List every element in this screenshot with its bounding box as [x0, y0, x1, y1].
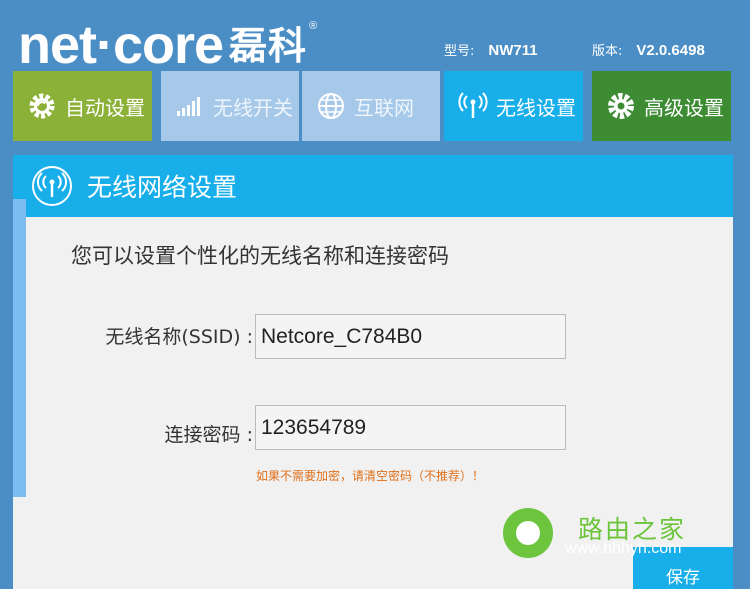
- nav-auto-setup-label: 自动设置: [65, 95, 145, 120]
- nav-advanced[interactable]: 高级设置: [592, 71, 731, 141]
- nav-wireless-switch[interactable]: 无线开关: [161, 71, 299, 141]
- watermark-url: www.hhhyh.com: [565, 540, 682, 557]
- panel-header: 无线网络设置: [13, 155, 733, 217]
- version-label: 版本:: [592, 44, 623, 59]
- nav-wireless-settings-label: 无线设置: [496, 95, 576, 120]
- model-value: NW711: [488, 42, 538, 59]
- nav-advanced-label: 高级设置: [644, 95, 724, 120]
- gear-refresh-icon: [27, 91, 57, 121]
- wireless-circle-icon: [31, 165, 73, 207]
- logo-cn: 磊科: [229, 24, 308, 68]
- panel-title: 无线网络设置: [87, 173, 238, 202]
- wireless-antenna-icon: [458, 91, 488, 121]
- password-label: 连接密码 :: [164, 424, 253, 446]
- password-input[interactable]: 123654789: [255, 405, 566, 450]
- model-label: 型号:: [444, 44, 475, 59]
- brand-logo: net·core 磊科 ®: [18, 0, 317, 76]
- nav-internet[interactable]: 互联网: [302, 71, 440, 141]
- globe-icon: [316, 91, 346, 121]
- nav-wireless-settings[interactable]: 无线设置: [444, 71, 583, 141]
- watermark-logo-icon: [503, 508, 553, 558]
- nav-wireless-switch-label: 无线开关: [213, 95, 293, 120]
- nav-auto-setup[interactable]: 自动设置: [13, 71, 152, 141]
- version-info: 版本: V2.0.6498: [592, 40, 705, 59]
- registered-mark: ®: [309, 20, 317, 32]
- version-value: V2.0.6498: [636, 42, 705, 59]
- ssid-label: 无线名称(SSID) :: [105, 326, 253, 348]
- password-warning: 如果不需要加密，请清空密码（不推荐）！: [256, 469, 485, 483]
- ssid-input[interactable]: Netcore_C784B0: [255, 314, 566, 359]
- nav-internet-label: 互联网: [354, 95, 414, 120]
- logo-text: net·core: [18, 15, 224, 75]
- gear-icon: [606, 91, 636, 121]
- panel-description: 您可以设置个性化的无线名称和连接密码: [71, 244, 449, 268]
- panel-left-scrollbar: [13, 199, 26, 497]
- signal-bars-icon: [175, 91, 205, 121]
- model-info: 型号: NW711: [444, 40, 538, 59]
